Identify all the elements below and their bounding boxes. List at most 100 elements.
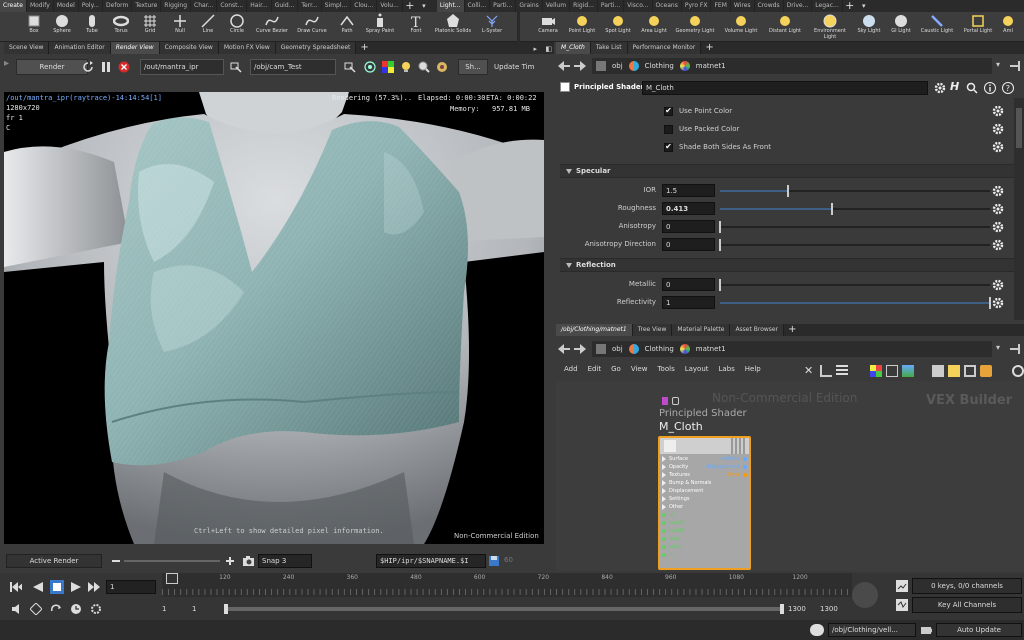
- tab-render-view[interactable]: Render View: [110, 42, 160, 54]
- refresh-icon[interactable]: [82, 61, 94, 73]
- checkbox[interactable]: ✔: [664, 142, 673, 152]
- net-forward-icon[interactable]: [574, 343, 586, 355]
- param-value-field[interactable]: 0.413: [662, 202, 715, 215]
- key-all-icon[interactable]: [896, 599, 908, 611]
- node-input-bump-normals[interactable]: Bump & Normals: [662, 479, 711, 487]
- rop-path-field[interactable]: /out/mantra_ipr: [140, 59, 224, 75]
- pane-collapse-icon[interactable]: ▸: [530, 43, 541, 55]
- shelf-tab-crowds[interactable]: Crowds: [755, 0, 784, 12]
- add-param-tab-icon[interactable]: +: [701, 42, 717, 54]
- shelf-tab-simpl[interactable]: Simpl...: [322, 0, 352, 12]
- tab-obj-clothing-matnet1[interactable]: /obj/Clothing/matnet1: [556, 324, 633, 336]
- pin-icon[interactable]: [1010, 60, 1022, 72]
- node-input-settings[interactable]: Settings: [662, 495, 711, 503]
- zoom-in-icon[interactable]: [224, 555, 236, 567]
- info-icon[interactable]: [984, 82, 996, 94]
- breadcrumb-matnet[interactable]: matnet1: [696, 62, 726, 70]
- net-breadcrumb-clothing[interactable]: Clothing: [645, 345, 674, 353]
- range-end-field-2[interactable]: 1300: [820, 602, 850, 616]
- audio-icon[interactable]: [10, 603, 22, 615]
- node-output-layer[interactable]: layer: [706, 471, 747, 479]
- current-frame-field[interactable]: 1: [106, 580, 156, 594]
- param-row-gear-icon[interactable]: [992, 185, 1004, 197]
- network-node[interactable]: Surface Opacity Textures Bump & Normals Disp…: [658, 436, 751, 570]
- layout-icon[interactable]: [886, 365, 898, 377]
- render-viewport[interactable]: /out/mantra_ipr(raytrace)-14:14:54[1] 12…: [4, 92, 544, 544]
- shelf-menu-right-icon[interactable]: ▾: [857, 0, 871, 12]
- active-render-dropdown[interactable]: Active Render: [6, 554, 102, 568]
- network-canvas[interactable]: Non-Commercial Edition VEX Builder Princ…: [556, 381, 1024, 571]
- shelf-tab-guid[interactable]: Guid...: [272, 0, 299, 12]
- menu-help[interactable]: Help: [745, 365, 761, 373]
- shelf-tool-environment-light[interactable]: Environment Light: [810, 12, 850, 42]
- range-start-field-2[interactable]: 1: [192, 602, 222, 616]
- shelf-tab-rigid[interactable]: Rigid...: [570, 0, 598, 12]
- param-value-field[interactable]: 1.5: [662, 184, 715, 197]
- slider-handle[interactable]: [786, 185, 789, 197]
- light-bulb-icon[interactable]: [400, 61, 412, 73]
- shelf-tool-font[interactable]: T Font: [396, 12, 436, 42]
- menu-layout[interactable]: Layout: [685, 365, 709, 373]
- checkbox[interactable]: [664, 124, 673, 134]
- shelf-tab-parti[interactable]: Parti...: [490, 0, 517, 12]
- shelf-tab-const[interactable]: Const...: [217, 0, 248, 12]
- menu-edit[interactable]: Edit: [588, 365, 602, 373]
- net-path-dropdown-icon[interactable]: ▾: [996, 343, 1000, 352]
- param-search-icon[interactable]: [966, 82, 978, 94]
- auto-update-dropdown[interactable]: Auto Update: [936, 623, 1022, 637]
- shelf-tab-texture[interactable]: Texture: [132, 0, 162, 12]
- shelf-tab-hair[interactable]: Hair...: [247, 0, 272, 12]
- checkbox-row[interactable]: ✔ Use Point Color: [664, 104, 732, 118]
- node-output-displacement[interactable]: displacement: [706, 463, 747, 471]
- shelf-tab-legac[interactable]: Legac...: [812, 0, 843, 12]
- node-name-field[interactable]: M_Cloth: [642, 81, 928, 95]
- snapshot-camera-icon[interactable]: [242, 555, 254, 567]
- play-forward-icon[interactable]: [70, 581, 82, 593]
- shelf-menu-left-icon[interactable]: ▾: [417, 0, 431, 12]
- menu-add[interactable]: Add: [564, 365, 578, 373]
- shelf-tab-grains[interactable]: Grains: [516, 0, 543, 12]
- param-slider[interactable]: [720, 185, 990, 197]
- tree-icon[interactable]: [820, 365, 832, 377]
- range-slider[interactable]: [224, 604, 784, 614]
- shelf-tab-terr[interactable]: Terr...: [298, 0, 322, 12]
- back-icon[interactable]: [558, 60, 570, 72]
- camera-path-field[interactable]: /obj/cam_Test: [250, 59, 336, 75]
- tab-motion-fx-view[interactable]: Motion FX View: [218, 42, 276, 54]
- slider-handle[interactable]: [989, 297, 991, 309]
- menu-view[interactable]: View: [631, 365, 648, 373]
- shelf-tab-clou[interactable]: Clou...: [351, 0, 378, 12]
- net-back-icon[interactable]: [558, 343, 570, 355]
- net-breadcrumb-obj[interactable]: obj: [612, 345, 623, 353]
- param-gear-icon[interactable]: [934, 82, 946, 94]
- add-shelf-left-icon[interactable]: +: [403, 0, 417, 12]
- tab-scene-view[interactable]: Scene View: [4, 42, 50, 54]
- tab-m-cloth[interactable]: M_Cloth: [556, 42, 591, 54]
- shelf-tab-vellum[interactable]: Vellum: [543, 0, 571, 12]
- checkbox-row[interactable]: Use Packed Color: [664, 122, 739, 136]
- slider-handle[interactable]: [719, 279, 721, 291]
- add-tab-icon[interactable]: +: [356, 42, 372, 54]
- net-breadcrumb-matnet[interactable]: matnet1: [696, 345, 726, 353]
- help-icon[interactable]: ?: [1002, 82, 1014, 94]
- param-value-field[interactable]: 0: [662, 220, 715, 233]
- forward-icon[interactable]: [574, 60, 586, 72]
- node-input-rt[interactable]: rt: [662, 551, 711, 559]
- node-input-other[interactable]: Other: [662, 503, 711, 511]
- preview-mode-icon[interactable]: [364, 61, 376, 73]
- param-slider[interactable]: [719, 279, 990, 291]
- loop-icon[interactable]: [50, 603, 62, 615]
- shelf-tab-pyro-fx[interactable]: Pyro FX: [682, 0, 712, 12]
- param-row-gear-icon[interactable]: [992, 203, 1004, 215]
- tab-material-palette[interactable]: Material Palette: [672, 324, 731, 336]
- shelf-tab-poly[interactable]: Poly...: [79, 0, 104, 12]
- node-input-displacement[interactable]: Displacement: [662, 487, 711, 495]
- channel-list-icon[interactable]: [896, 580, 908, 592]
- param-slider[interactable]: [719, 221, 990, 233]
- range-start-field[interactable]: 1: [162, 602, 192, 616]
- param-row-gear-icon[interactable]: [992, 297, 1004, 309]
- status-update-icon[interactable]: [920, 624, 932, 636]
- param-row-gear-icon[interactable]: [992, 105, 1004, 117]
- checkbox[interactable]: ✔: [664, 106, 673, 116]
- node-output-surface[interactable]: surface: [706, 455, 747, 463]
